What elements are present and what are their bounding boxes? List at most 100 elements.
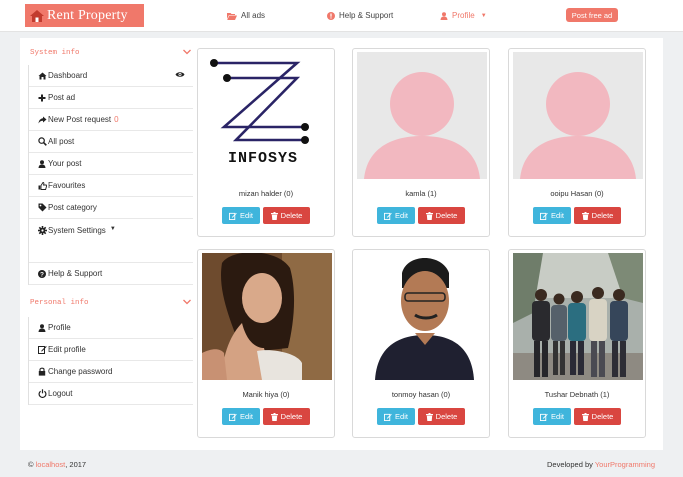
edit-icon bbox=[384, 413, 392, 421]
card-actions: Edit Delete bbox=[509, 408, 645, 425]
edit-icon bbox=[540, 413, 548, 421]
footer-developed-by: Developed by bbox=[547, 460, 593, 469]
content-wrapper: System info Dashboard Post ad New Post r… bbox=[20, 38, 663, 450]
delete-button[interactable]: Delete bbox=[263, 207, 310, 224]
personal-info-menu: Profile Edit profile Change password Log… bbox=[28, 317, 193, 405]
card-actions: Edit Delete bbox=[509, 207, 645, 224]
trash-icon bbox=[425, 211, 433, 220]
footer: © localhost, 2017 Developed by YourProgr… bbox=[0, 452, 683, 477]
zoom-icon bbox=[37, 137, 47, 146]
user-icon bbox=[37, 159, 47, 168]
user-photo bbox=[357, 253, 487, 380]
sidebar-item-label: Help & Support bbox=[48, 269, 103, 278]
user-name: Manik hiya (0) bbox=[242, 390, 290, 399]
delete-button[interactable]: Delete bbox=[263, 408, 310, 425]
avatar-placeholder-image bbox=[513, 52, 643, 179]
sidebar-item-label: All post bbox=[48, 137, 75, 146]
footer-copyright: © localhost, 2017 bbox=[28, 460, 86, 469]
chevron-down-icon bbox=[183, 299, 191, 308]
sidebar-item-label: Post category bbox=[48, 203, 97, 212]
user-card: Manik hiya (0) Edit Delete bbox=[197, 249, 335, 438]
brand-logo[interactable]: Rent Property bbox=[25, 4, 144, 27]
edit-icon bbox=[229, 212, 237, 220]
plus-icon bbox=[37, 94, 47, 102]
delete-button[interactable]: Delete bbox=[574, 408, 621, 425]
card-actions: Edit Delete bbox=[353, 408, 489, 425]
trash-icon bbox=[425, 412, 433, 421]
eye-icon[interactable] bbox=[175, 71, 185, 80]
chevron-down-icon bbox=[183, 49, 191, 58]
footer-developer-link[interactable]: YourProgramming bbox=[595, 460, 655, 469]
delete-button[interactable]: Delete bbox=[574, 207, 621, 224]
trash-icon bbox=[581, 211, 589, 220]
sidebar-item-post-category[interactable]: Post category bbox=[29, 197, 193, 219]
infosys-logo-text: INFOSYS bbox=[228, 150, 299, 167]
user-icon bbox=[37, 323, 47, 332]
edit-button[interactable]: Edit bbox=[533, 408, 571, 425]
edit-label: Edit bbox=[395, 412, 408, 421]
sidebar-item-change-password[interactable]: Change password bbox=[29, 361, 193, 383]
trash-icon bbox=[270, 412, 278, 421]
system-info-header[interactable]: System info bbox=[28, 45, 193, 61]
avatar-placeholder-image bbox=[357, 52, 487, 179]
user-name: tonmoy hasan (0) bbox=[391, 390, 451, 399]
sidebar-item-dashboard[interactable]: Dashboard bbox=[29, 65, 193, 87]
nav-help-support[interactable]: Help & Support bbox=[327, 11, 393, 20]
edit-label: Edit bbox=[551, 211, 564, 220]
personal-info-header[interactable]: Personal info bbox=[28, 295, 193, 311]
card-actions: Edit Delete bbox=[198, 207, 334, 224]
edit-button[interactable]: Edit bbox=[222, 207, 260, 224]
sidebar-item-label: Favourites bbox=[48, 181, 86, 190]
nav-help-label: Help & Support bbox=[339, 11, 394, 20]
question-icon: ? bbox=[37, 269, 47, 278]
sidebar-item-edit-profile[interactable]: Edit profile bbox=[29, 339, 193, 361]
nav-all-ads[interactable]: All ads bbox=[227, 11, 265, 20]
user-card: Tushar Debnath (1) Edit Delete bbox=[508, 249, 646, 438]
sidebar-item-post-ad[interactable]: Post ad bbox=[29, 87, 193, 109]
edit-button[interactable]: Edit bbox=[222, 408, 260, 425]
user-name: kamla (1) bbox=[405, 189, 437, 198]
card-actions: Edit Delete bbox=[353, 207, 489, 224]
user-card: ooipu Hasan (0) Edit Delete bbox=[508, 48, 646, 237]
sidebar-item-profile[interactable]: Profile bbox=[29, 317, 193, 339]
delete-label: Delete bbox=[435, 211, 458, 220]
sidebar-item-label: Change password bbox=[48, 367, 113, 376]
group-photo bbox=[513, 253, 643, 380]
nav-profile-dropdown[interactable]: Profile ▼ bbox=[440, 11, 487, 20]
sidebar-item-favourites[interactable]: Favourites bbox=[29, 175, 193, 197]
caret-down-icon: ▼ bbox=[109, 226, 116, 232]
footer-year: , 2017 bbox=[65, 460, 87, 469]
sidebar-item-label: Your post bbox=[48, 159, 82, 168]
thumbs-up-icon bbox=[37, 181, 47, 190]
edit-label: Edit bbox=[240, 412, 253, 421]
delete-button[interactable]: Delete bbox=[418, 207, 465, 224]
edit-label: Edit bbox=[395, 211, 408, 220]
post-free-ad-button[interactable]: Post free ad bbox=[566, 8, 618, 22]
lock-icon bbox=[37, 367, 47, 376]
user-photo bbox=[202, 253, 332, 380]
delete-label: Delete bbox=[435, 412, 458, 421]
system-info-title: System info bbox=[30, 49, 80, 57]
sidebar-item-your-post[interactable]: Your post bbox=[29, 153, 193, 175]
user-name: Tushar Debnath (1) bbox=[544, 390, 610, 399]
sidebar-item-new-post-request[interactable]: New Post request 0 bbox=[29, 109, 193, 131]
folder-open-icon bbox=[227, 12, 237, 20]
edit-button[interactable]: Edit bbox=[377, 408, 415, 425]
personal-info-title: Personal info bbox=[30, 299, 89, 307]
user-card: kamla (1) Edit Delete bbox=[352, 48, 490, 237]
nav-all-ads-label: All ads bbox=[241, 11, 266, 20]
trash-icon bbox=[270, 211, 278, 220]
sidebar-item-all-post[interactable]: All post bbox=[29, 131, 193, 153]
edit-button[interactable]: Edit bbox=[533, 207, 571, 224]
edit-button[interactable]: Edit bbox=[377, 207, 415, 224]
top-navbar: Rent Property All ads Help & Support Pro… bbox=[0, 0, 683, 32]
sidebar-item-label: System Settings bbox=[48, 226, 106, 235]
delete-button[interactable]: Delete bbox=[418, 408, 465, 425]
edit-icon bbox=[540, 212, 548, 220]
sidebar-item-logout[interactable]: Logout bbox=[29, 383, 193, 405]
footer-host-link[interactable]: localhost bbox=[36, 460, 66, 469]
sidebar-item-system-settings[interactable]: System Settings ▼ bbox=[29, 219, 193, 263]
delete-label: Delete bbox=[591, 211, 614, 220]
info-icon bbox=[327, 11, 335, 20]
sidebar-item-help-support[interactable]: ? Help & Support bbox=[29, 263, 193, 285]
